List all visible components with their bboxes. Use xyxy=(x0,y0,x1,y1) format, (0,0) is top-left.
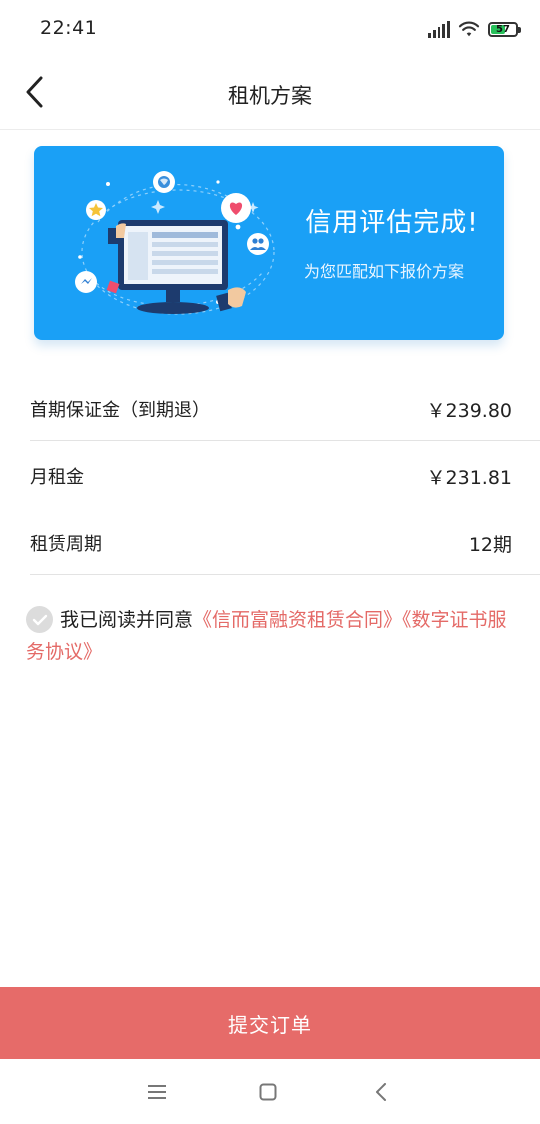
status-icons: 57 xyxy=(428,18,521,40)
lease-contract-link[interactable]: 《信而富融资租赁合同》 xyxy=(193,609,402,631)
credit-result-banner: 信用评估完成! 为您匹配如下报价方案 xyxy=(34,146,504,340)
agreement-prefix: 我已阅读并同意 xyxy=(60,609,194,631)
back-triangle-icon xyxy=(376,1083,386,1101)
deposit-label: 首期保证金（到期退） xyxy=(30,400,210,421)
lease-period-row: 租赁周期 12期 xyxy=(30,508,540,575)
monthly-rent-label: 月租金 xyxy=(30,467,84,488)
agree-checkbox[interactable] xyxy=(26,606,53,633)
plan-info-list: 首期保证金（到期退） ￥239.80 月租金 ￥231.81 租赁周期 12期 xyxy=(30,374,540,575)
computer-illustration xyxy=(75,171,275,315)
checkmark-icon xyxy=(32,614,47,625)
status-time: 22:41 xyxy=(40,17,98,39)
agreement-text: 我已阅读并同意《信而富融资租赁合同》《数字证书服务协议》 xyxy=(26,604,516,668)
page-title: 租机方案 xyxy=(228,84,312,108)
home-square-icon xyxy=(259,1083,277,1101)
system-back-button[interactable] xyxy=(366,1077,396,1107)
lease-period-label: 租赁周期 xyxy=(30,534,102,555)
battery-level-text: 57 xyxy=(496,23,510,35)
monthly-rent-row: 月租金 ￥231.81 xyxy=(30,441,540,508)
battery-icon: 57 xyxy=(488,21,521,37)
menu-icon xyxy=(148,1085,166,1099)
menu-button[interactable] xyxy=(142,1077,172,1107)
submit-order-button[interactable]: 提交订单 xyxy=(0,987,540,1059)
status-bar: 22:41 57 xyxy=(0,0,540,58)
deposit-value: ￥239.80 xyxy=(426,400,512,422)
signal-icon xyxy=(428,20,450,38)
page-header: 租机方案 xyxy=(0,58,540,130)
wifi-icon xyxy=(458,21,480,37)
banner-title: 信用评估完成! xyxy=(305,208,479,238)
banner-subtitle: 为您匹配如下报价方案 xyxy=(303,262,464,281)
deposit-row: 首期保证金（到期退） ￥239.80 xyxy=(30,374,540,441)
monthly-rent-value: ￥231.81 xyxy=(426,467,512,489)
system-nav-bar xyxy=(0,1059,540,1124)
lease-period-value: 12期 xyxy=(468,534,512,556)
home-button[interactable] xyxy=(253,1077,283,1107)
